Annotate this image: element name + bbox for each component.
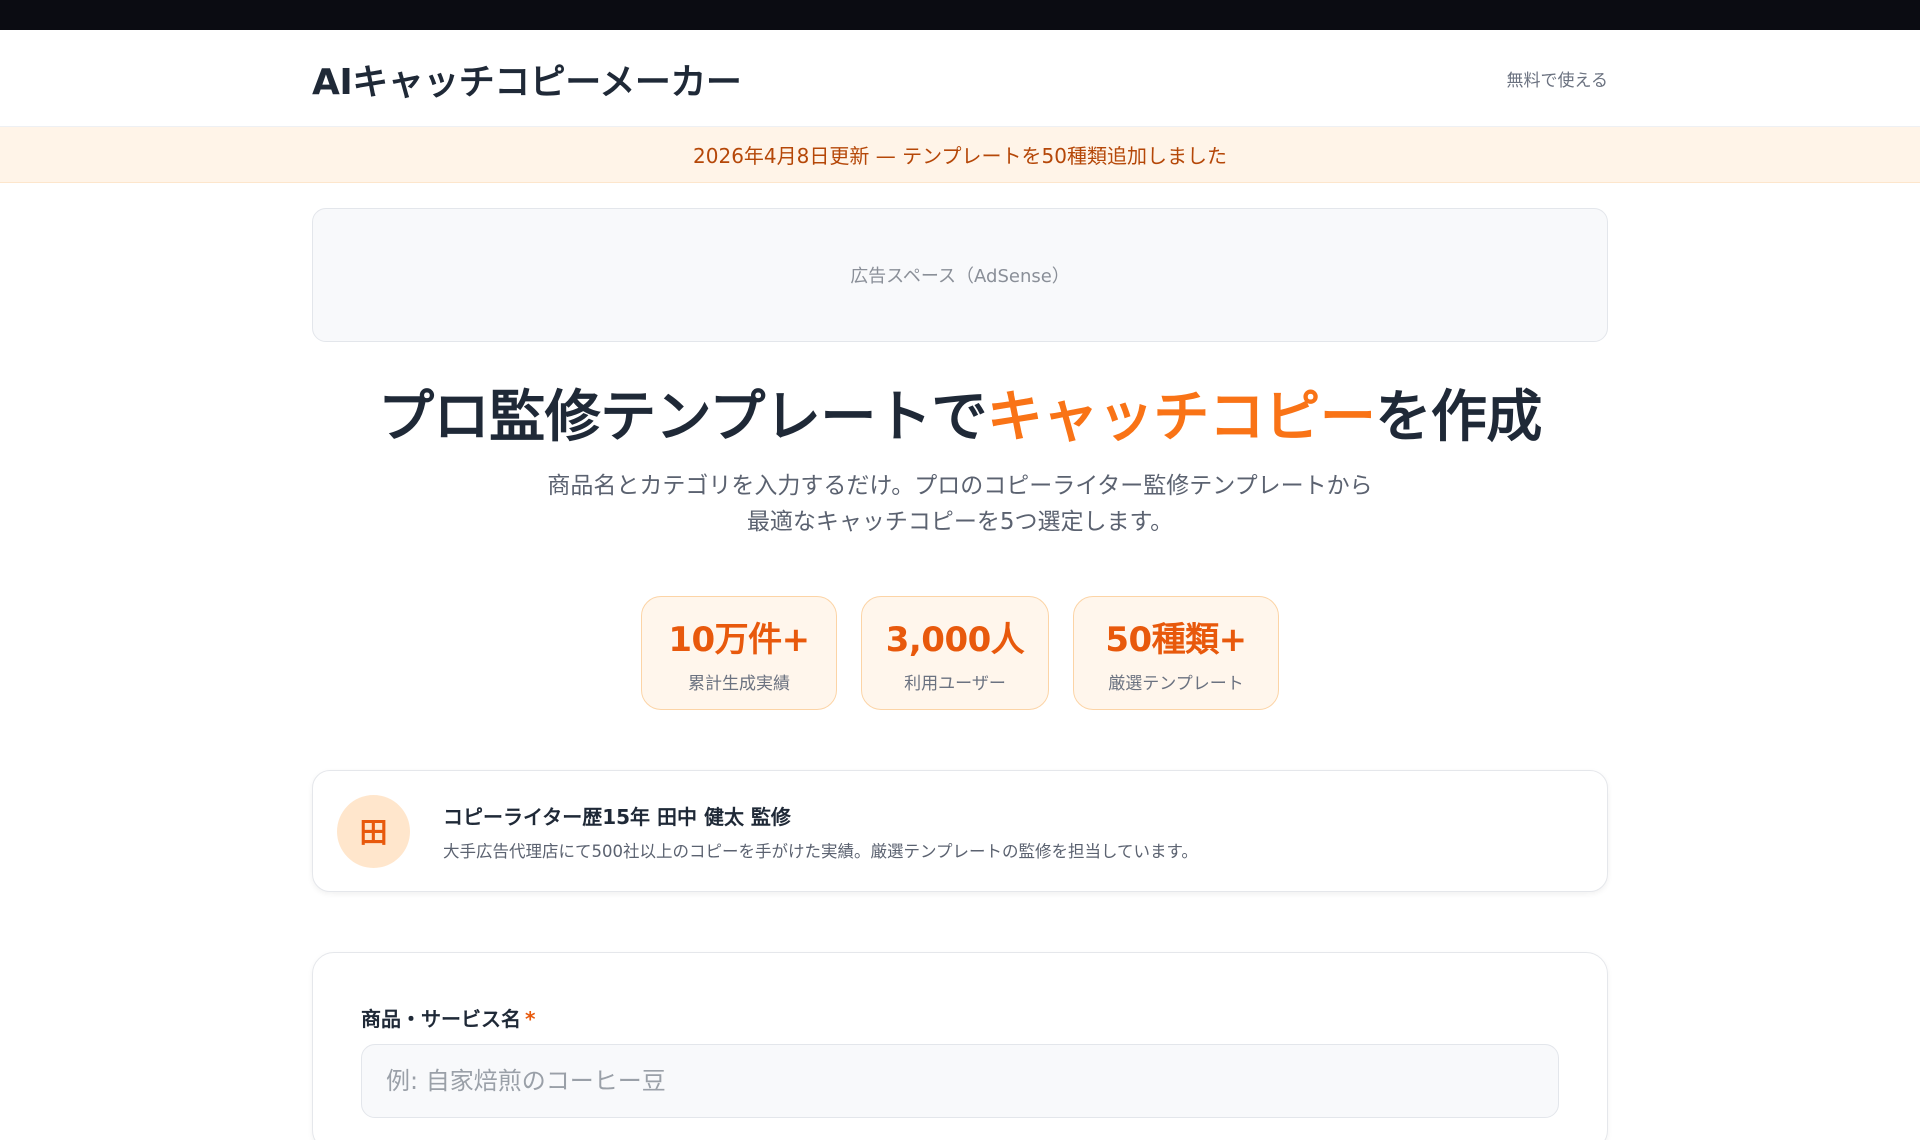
generator-form-card: 商品・サービス名 * <box>312 952 1608 1140</box>
ad-space-label: 広告スペース（AdSense） <box>850 266 1070 287</box>
stat-card-templates: 50種類+ 厳選テンプレート <box>1073 596 1279 711</box>
supervisor-card: 田 コピーライター歴15年 田中 健太 監修 大手広告代理店にて500社以上のコ… <box>312 770 1608 893</box>
hero-subtitle-line1: 商品名とカテゴリを入力するだけ。プロのコピーライター監修テンプレートから <box>547 473 1373 500</box>
hero-title-pre: プロ監修テンプレートで <box>378 385 987 450</box>
supervisor-info: コピーライター歴15年 田中 健太 監修 大手広告代理店にて500社以上のコピー… <box>443 801 1198 862</box>
product-name-label-text: 商品・サービス名 <box>361 1007 521 1032</box>
browser-top-bar <box>0 0 1920 30</box>
stats-row: 10万件+ 累計生成実績 3,000人 利用ユーザー 50種類+ 厳選テンプレー… <box>312 596 1608 711</box>
stat-card-users: 3,000人 利用ユーザー <box>861 596 1049 711</box>
supervisor-name: コピーライター歴15年 田中 健太 監修 <box>443 804 791 829</box>
ad-space: 広告スペース（AdSense） <box>312 208 1608 342</box>
stat-card-generations: 10万件+ 累計生成実績 <box>641 596 837 711</box>
hero-title-accent: キャッチコピー <box>986 385 1376 450</box>
hero-title-post: を作成 <box>1375 385 1542 450</box>
free-to-use-label: 無料で使える <box>1506 71 1609 91</box>
hero-title: プロ監修テンプレートでキャッチコピーを作成 <box>312 385 1608 450</box>
stat-value: 3,000人 <box>885 620 1025 661</box>
supervisor-avatar: 田 <box>337 794 410 868</box>
required-mark: * <box>525 1007 536 1032</box>
site-logo[interactable]: AIキャッチコピーメーカー <box>312 53 742 105</box>
main-content: 広告スペース（AdSense） プロ監修テンプレートでキャッチコピーを作成 商品… <box>312 208 1608 1140</box>
site-header: AIキャッチコピーメーカー 無料で使える <box>0 30 1920 127</box>
update-notice-banner: 2026年4月8日更新 — テンプレートを50種類追加しました <box>0 127 1920 183</box>
product-name-input[interactable] <box>361 1044 1559 1119</box>
supervisor-description: 大手広告代理店にて500社以上のコピーを手がけた実績。厳選テンプレートの監修を担… <box>443 841 1198 861</box>
stat-value: 50種類+ <box>1105 620 1247 661</box>
product-name-label: 商品・サービス名 * <box>361 1007 535 1031</box>
stat-label: 累計生成実績 <box>688 674 790 695</box>
stat-label: 利用ユーザー <box>904 674 1006 695</box>
update-notice-text: 2026年4月8日更新 — テンプレートを50種類追加しました <box>693 144 1227 168</box>
hero-subtitle-line2: 最適なキャッチコピーを5つ選定します。 <box>746 509 1174 536</box>
stat-value: 10万件+ <box>668 620 810 661</box>
stat-label: 厳選テンプレート <box>1108 674 1244 695</box>
hero-subtitle: 商品名とカテゴリを入力するだけ。プロのコピーライター監修テンプレートから 最適な… <box>312 468 1608 540</box>
